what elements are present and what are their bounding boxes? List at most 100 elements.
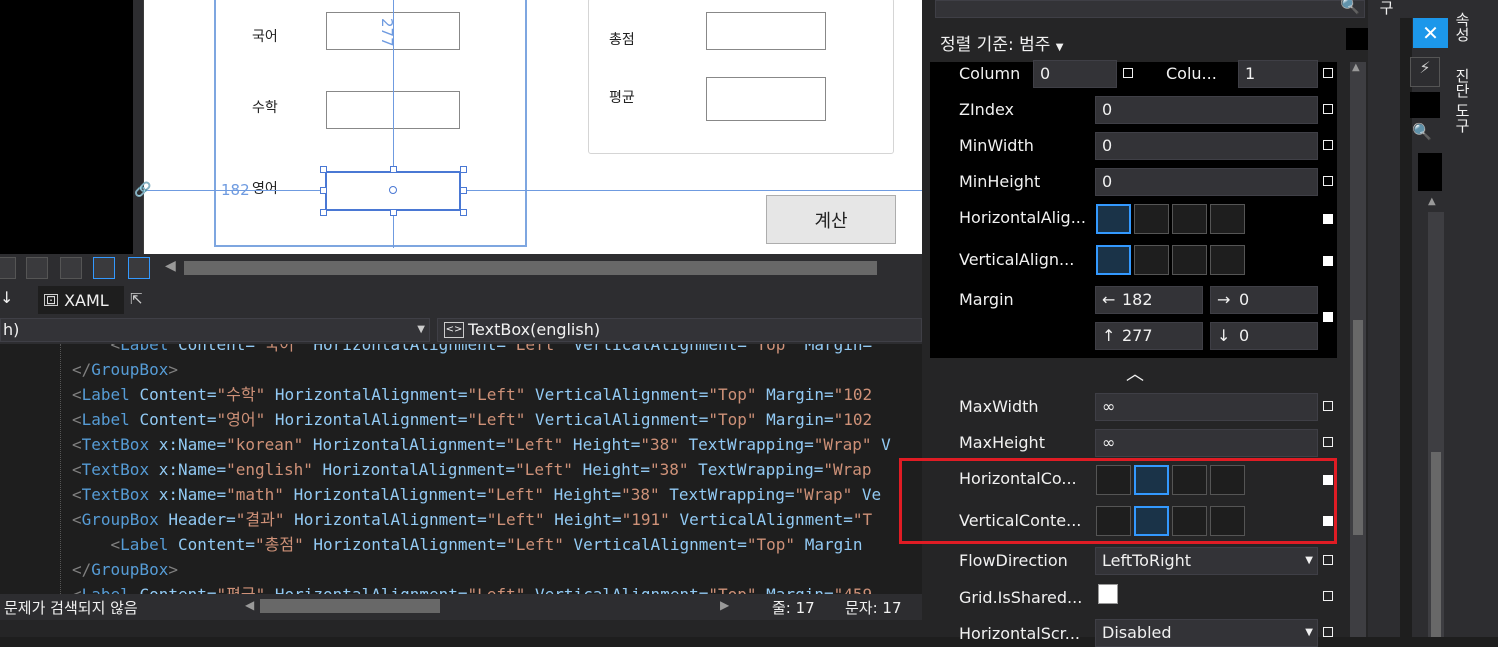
resize-handle-l[interactable]	[320, 187, 327, 194]
properties-scroll-thumb[interactable]	[1353, 320, 1363, 535]
tab-diagnostic-tools[interactable]: 진단 도구	[1452, 68, 1473, 133]
code-line[interactable]: <TextBox x:Name="math" HorizontalAlignme…	[72, 482, 881, 507]
search-icon[interactable]: 🔍	[1340, 0, 1360, 15]
margin-top-input[interactable]: ↑ 277	[1095, 322, 1203, 350]
code-line[interactable]: </GroupBox>	[72, 357, 178, 382]
sort-by-dropdown[interactable]: 정렬 기준: 범주 ▼	[940, 30, 1063, 55]
scroll-left-icon[interactable]: ◀	[165, 258, 176, 274]
resize-handle-br[interactable]	[460, 209, 467, 216]
isshared-marker[interactable]	[1323, 591, 1333, 601]
colspan-input[interactable]: 1	[1238, 60, 1318, 88]
member-dropdown[interactable]: <> TextBox(english)	[437, 318, 922, 342]
center-handle[interactable]	[389, 186, 397, 194]
properties-scrollbar[interactable]: ▲	[1350, 62, 1366, 637]
margin-right-input[interactable]: → 0	[1210, 286, 1318, 314]
scroll-up-icon[interactable]: ▲	[1352, 62, 1360, 73]
minwidth-marker[interactable]	[1323, 140, 1333, 150]
property-search-box[interactable]	[935, 0, 1365, 18]
minheight-marker[interactable]	[1323, 176, 1333, 186]
resize-handle-tl[interactable]	[320, 166, 327, 173]
lightning-icon[interactable]: ⚡	[1410, 57, 1440, 87]
margin-bottom-input[interactable]: ↓ 0	[1210, 322, 1318, 350]
properties-icon[interactable]	[1346, 28, 1368, 50]
side-tab-top[interactable]: 구	[1376, 0, 1397, 15]
valign-top-button[interactable]	[1096, 245, 1131, 275]
maxwidth-marker[interactable]	[1323, 401, 1333, 411]
zindex-marker[interactable]	[1323, 104, 1333, 114]
margin-marker[interactable]	[1323, 312, 1333, 322]
halign-left-button[interactable]	[1096, 204, 1131, 234]
scroll-left-icon-2[interactable]: ◀	[245, 598, 254, 612]
issues-status[interactable]: 문제가 검색되지 않음	[4, 597, 138, 618]
label-average[interactable]: 평균	[609, 87, 635, 107]
search-icon[interactable]: 🔍	[1412, 122, 1442, 148]
grid-icon[interactable]	[0, 257, 16, 279]
label-english[interactable]: 영어	[252, 178, 278, 198]
swap-panes-icon[interactable]: ↓	[0, 288, 13, 307]
code-line[interactable]: <GroupBox Header="결과" HorizontalAlignmen…	[72, 507, 872, 532]
type-dropdown[interactable]: h) ▼	[0, 318, 430, 342]
label-total[interactable]: 총점	[609, 29, 635, 49]
resize-handle-r[interactable]	[460, 187, 467, 194]
valign-center-button[interactable]	[1134, 245, 1169, 275]
designer-hscrollbar[interactable]	[184, 261, 877, 275]
resize-handle-t[interactable]	[390, 166, 397, 173]
minwidth-input[interactable]: 0	[1095, 132, 1318, 160]
code-line[interactable]: <Label Content="평균" HorizontalAlignment=…	[72, 582, 872, 594]
code-line[interactable]: <Label Content="총점" HorizontalAlignment=…	[72, 532, 863, 557]
scroll-up-icon[interactable]: ▲	[1428, 196, 1436, 207]
label-math[interactable]: 수학	[252, 97, 278, 117]
flowdirection-marker[interactable]	[1323, 555, 1333, 565]
maxheight-input[interactable]: ∞	[1095, 429, 1318, 457]
resize-handle-bl[interactable]	[320, 209, 327, 216]
scroll-right-icon[interactable]: ▶	[720, 598, 729, 612]
tab-xaml[interactable]: ⊡ XAML	[38, 286, 124, 314]
maxwidth-input[interactable]: ∞	[1095, 393, 1318, 421]
checker-icon[interactable]	[60, 257, 82, 279]
code-line[interactable]: <Label Content="국어" HorizontalAlignment=…	[72, 344, 882, 357]
code-line[interactable]: <TextBox x:Name="korean" HorizontalAlign…	[72, 432, 891, 457]
label-korean[interactable]: 국어	[252, 26, 278, 46]
tab-properties[interactable]: 속성	[1452, 12, 1473, 42]
side-scroll-thumb[interactable]	[1431, 452, 1441, 637]
snap-snaplines-icon[interactable]	[128, 257, 150, 279]
calc-button[interactable]: 계산	[766, 195, 896, 244]
flowdirection-select[interactable]: LeftToRight ▼	[1095, 547, 1318, 575]
maxheight-marker[interactable]	[1323, 437, 1333, 447]
collapse-chevron-up-icon[interactable]: ︿	[1126, 360, 1144, 386]
effects-icon[interactable]	[26, 257, 48, 279]
side-toolbar-icon[interactable]	[1410, 92, 1440, 118]
code-line[interactable]: <TextBox x:Name="english" HorizontalAlig…	[72, 457, 872, 482]
halign-center-button[interactable]	[1134, 204, 1169, 234]
minheight-label: MinHeight	[959, 172, 1041, 191]
side-scrollbar[interactable]	[1428, 212, 1444, 637]
valign-marker[interactable]	[1323, 256, 1333, 266]
code-line[interactable]: </GroupBox>	[72, 557, 178, 582]
resize-handle-tr[interactable]	[460, 166, 467, 173]
code-line[interactable]: <Label Content="수학" HorizontalAlignment=…	[72, 382, 872, 407]
halign-marker[interactable]	[1323, 214, 1333, 224]
column-marker[interactable]	[1123, 68, 1133, 78]
resize-handle-b[interactable]	[390, 209, 397, 216]
link-icon[interactable]: 🔗	[134, 182, 151, 198]
hscrollbar-marker[interactable]	[1323, 627, 1333, 637]
xaml-code-editor[interactable]: <Label Content="국어" HorizontalAlignment=…	[0, 344, 922, 594]
minheight-input[interactable]: 0	[1095, 168, 1318, 196]
colspan-marker[interactable]	[1323, 68, 1333, 78]
isshared-checkbox[interactable]	[1098, 584, 1118, 604]
halign-right-button[interactable]	[1172, 204, 1207, 234]
margin-left-input[interactable]: ← 182	[1095, 286, 1203, 314]
column-input[interactable]: 0	[1033, 60, 1117, 88]
close-icon[interactable]: ✕	[1413, 18, 1448, 48]
code-hscrollbar[interactable]	[260, 599, 440, 613]
valign-stretch-button[interactable]	[1210, 245, 1245, 275]
valign-bottom-button[interactable]	[1172, 245, 1207, 275]
snap-gridlines-icon[interactable]	[93, 257, 115, 279]
zindex-input[interactable]: 0	[1095, 96, 1318, 124]
hscrollbar-select[interactable]: Disabled ▼	[1095, 619, 1318, 647]
popout-icon[interactable]: ⇱	[130, 290, 143, 308]
textbox-average[interactable]	[706, 77, 826, 121]
halign-stretch-button[interactable]	[1210, 204, 1245, 234]
textbox-total[interactable]	[706, 12, 826, 50]
code-line[interactable]: <Label Content="영어" HorizontalAlignment=…	[72, 407, 872, 432]
